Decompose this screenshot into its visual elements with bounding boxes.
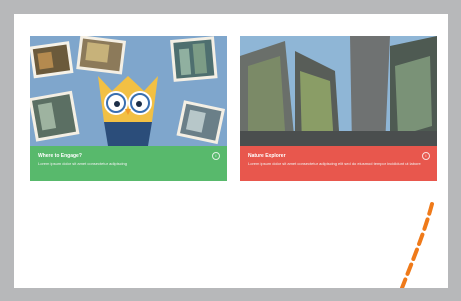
content-panel: Where to Engage? Lorem ipsum dolor sit a… — [14, 14, 448, 288]
card-description: Lorem ipsum dolor sit amet consectetur a… — [38, 161, 127, 166]
card-footer: Where to Engage? Lorem ipsum dolor sit a… — [30, 146, 227, 181]
dashed-arc-decoration — [400, 202, 434, 288]
card-image-collage — [30, 36, 227, 146]
card-title: Where to Engage? — [38, 153, 82, 159]
info-icon[interactable]: i — [212, 152, 220, 160]
owl-mascot-icon — [98, 76, 158, 146]
card-title: Nature Explorer — [248, 153, 286, 159]
card-where-to-engage[interactable]: Where to Engage? Lorem ipsum dolor sit a… — [30, 36, 227, 181]
collage-illustration — [30, 36, 227, 146]
